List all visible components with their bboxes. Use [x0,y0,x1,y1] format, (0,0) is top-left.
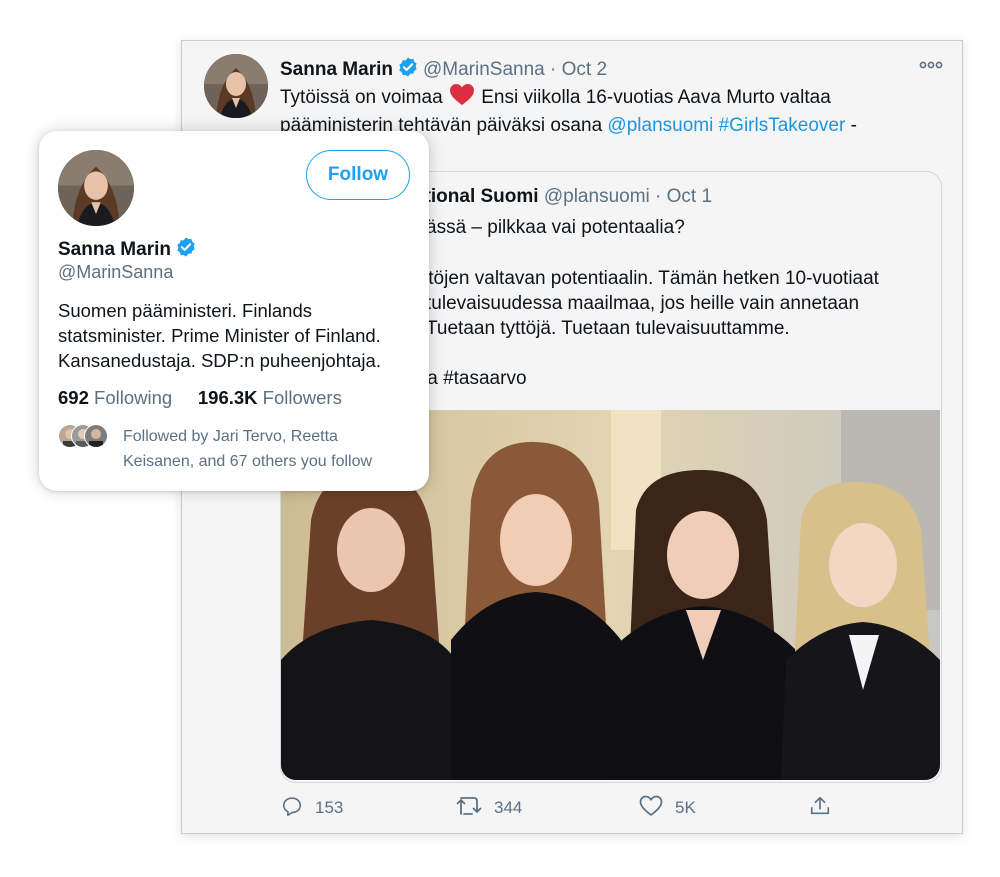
avatar [84,424,108,448]
separator-dot: · [550,59,557,80]
quoted-tweet-header: ational Suomi @plansuomi · Oct 1 [414,186,712,208]
bio-line: Suomen pääministeri. Finlands [58,300,312,321]
retweet-icon [456,795,482,822]
quoted-text-line: ttöjen valtavan potentiaalin. Tämän hetk… [423,268,879,289]
author-name[interactable]: Sanna Marin [280,59,393,80]
reply-icon [281,795,303,822]
verified-badge-icon [175,236,197,264]
author-avatar[interactable] [204,54,268,118]
verified-badge-icon [397,56,419,84]
quoted-author-handle[interactable]: @plansuomi [544,186,650,207]
tweet-text-part1: Tytöissä on voimaa [280,87,443,108]
following-link[interactable]: 692 Following [58,387,172,408]
followers-link[interactable]: 196.3K Followers [198,387,342,408]
quoted-text-line: Tuetaan tyttöjä. Tuetaan tulevaisuuttamm… [426,318,790,339]
share-button[interactable] [809,796,831,820]
profile-bio: Suomen pääministeri. Finlands statsminis… [58,298,418,373]
bio-line: statsminister. Prime Minister of Finland… [58,325,381,346]
profile-name-row: Sanna Marin [58,236,201,264]
followed-by-text[interactable]: Followed by Jari Tervo, Reetta Keisanen,… [123,424,413,474]
author-handle[interactable]: @MarinSanna [423,59,545,80]
follow-button[interactable]: Follow [306,150,410,200]
retweet-count: 344 [494,798,523,817]
heart-outline-icon [639,795,663,822]
retweet-button[interactable]: 344 [456,796,522,820]
separator-dot: · [655,186,662,207]
hashtag-link[interactable]: #GirlsTakeover [719,115,846,136]
following-label: Following [94,387,173,408]
profile-handle[interactable]: @MarinSanna [58,262,173,283]
quoted-text-line: la #tasaarvo [423,368,527,389]
quoted-author-name[interactable]: ational Suomi [414,186,539,207]
mention-link[interactable]: @plansuomi [607,115,713,136]
reply-count: 153 [315,798,344,817]
followed-by-line: Followed by Jari Tervo, Reetta [123,428,338,445]
profile-name[interactable]: Sanna Marin [58,239,171,260]
tweet-date[interactable]: Oct 2 [562,59,607,80]
profile-avatar[interactable] [58,150,134,226]
share-icon [809,795,831,822]
red-heart-emoji-icon [449,84,474,113]
more-horizontal-icon[interactable] [918,58,944,70]
quoted-text-line: tulevaisuudessa maailmaa, jos heille vai… [426,293,860,314]
reply-button[interactable]: 153 [281,796,343,820]
followers-count: 196.3K [197,387,258,408]
quoted-text-line: ässä – pilkkaa vai potentaalia? [426,217,685,238]
followed-by-avatars[interactable] [58,424,112,448]
tweet-header: Sanna Marin @MarinSanna · Oct 2 [280,56,607,84]
followed-by-line: Keisanen, and 67 others you follow [123,453,373,470]
quoted-tweet-date[interactable]: Oct 1 [667,186,712,207]
like-button[interactable]: 5K [639,795,696,822]
following-count: 692 [58,387,89,408]
followers-label: Followers [262,387,342,408]
tweet-text-tail: - [845,115,857,136]
tweet-text: Tytöissä on voimaa Ensi viikolla 16-vuot… [280,84,920,138]
like-count: 5K [675,798,696,817]
profile-stats: 692 Following 196.3K Followers [58,387,342,409]
bio-line: Kansanedustaja. SDP:n puheenjohtaja. [58,350,381,371]
